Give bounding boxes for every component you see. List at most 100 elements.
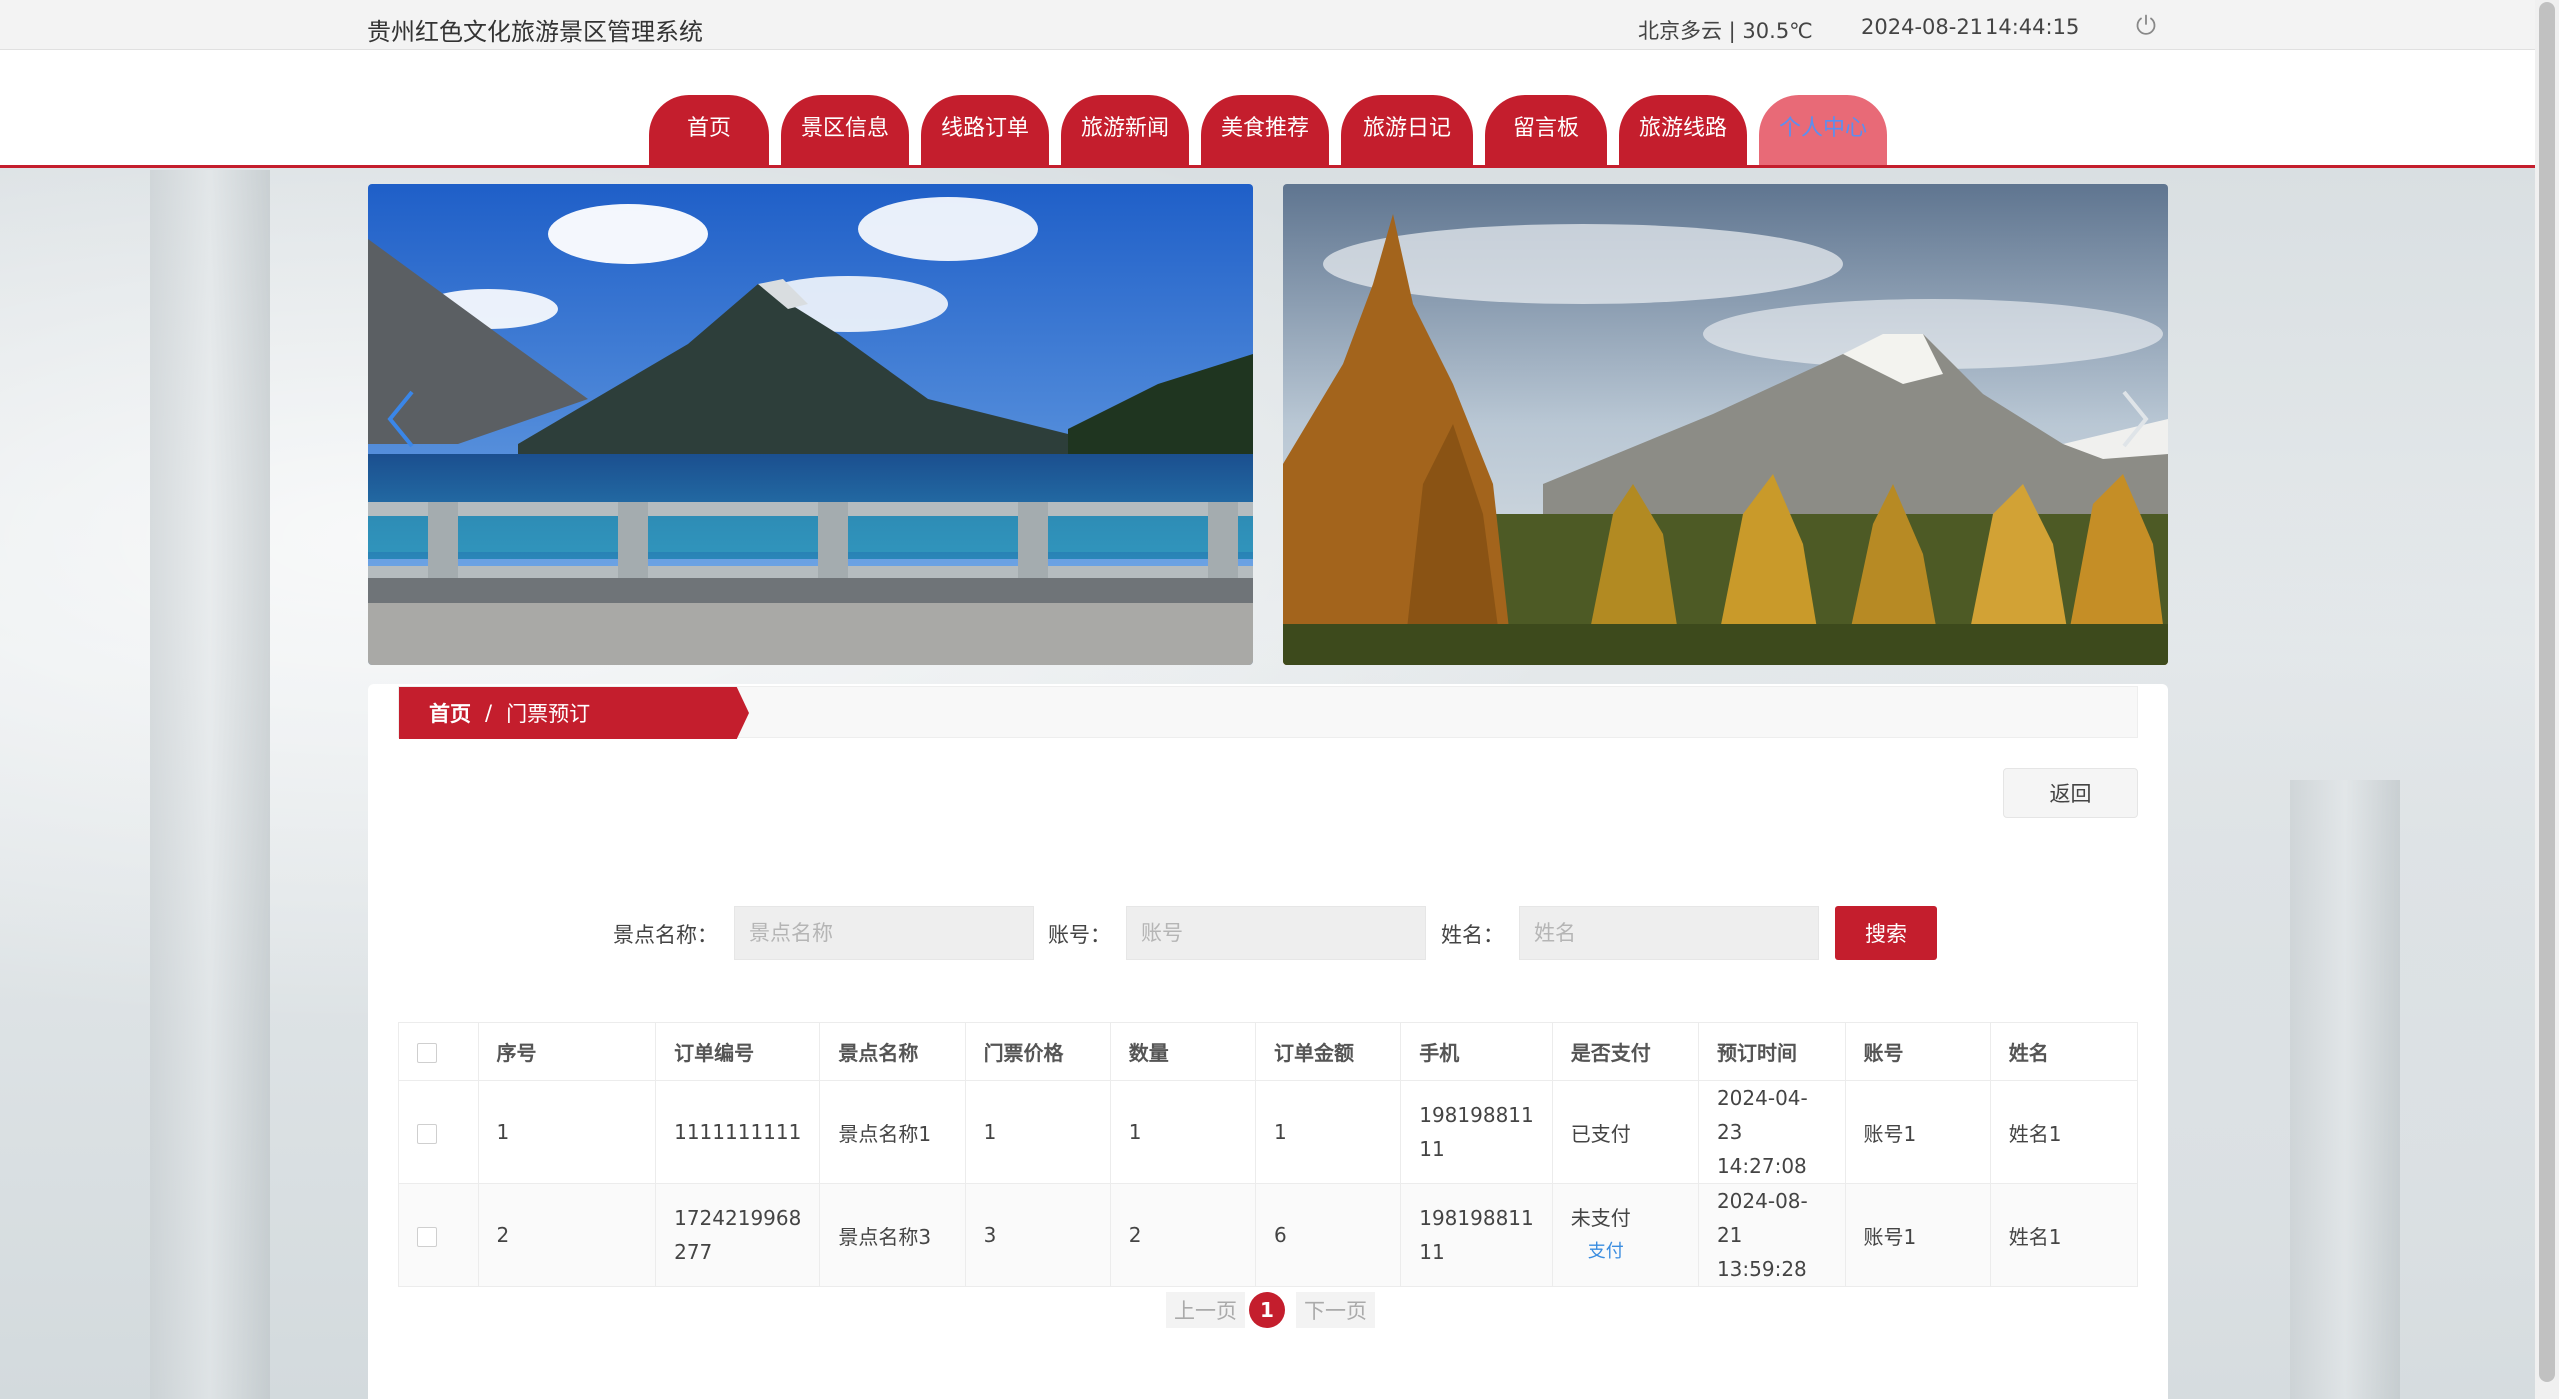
nav-tab-travel-diary[interactable]: 旅游日记 bbox=[1341, 95, 1473, 165]
column-header: 订单金额 bbox=[1254, 1022, 1402, 1081]
breadcrumb-current: 门票预订 bbox=[506, 702, 591, 726]
index-cell: 2 bbox=[477, 1183, 657, 1287]
name-cell: 姓名1 bbox=[1989, 1080, 2139, 1184]
current-time: 14:44:15 bbox=[1985, 15, 2080, 39]
order-no-line: 277 bbox=[674, 1240, 713, 1264]
order-no-line: 1111111111 bbox=[674, 1120, 802, 1144]
row-select-cell bbox=[398, 1183, 479, 1287]
booking-time-cell: 2024-08-21 13:59:28 bbox=[1697, 1183, 1846, 1287]
next-page-button[interactable]: 下一页 bbox=[1296, 1292, 1375, 1328]
nav-tab-scenic-info[interactable]: 景区信息 bbox=[781, 95, 909, 165]
quantity-cell: 1 bbox=[1109, 1080, 1257, 1184]
column-header: 序号 bbox=[477, 1022, 657, 1081]
nav-tab-personal-center[interactable]: 个人中心 bbox=[1759, 95, 1887, 165]
page-scrollbar[interactable] bbox=[2535, 0, 2559, 1399]
top-bar: 贵州红色文化旅游景区管理系统 北京多云 | 30.5℃ 2024-08-21 1… bbox=[0, 0, 2535, 50]
table-row[interactable]: 1 1111111111 景点名称1 1 1 1 198198811 11 已支付… bbox=[398, 1080, 2139, 1184]
time-line: 13:59:28 bbox=[1716, 1257, 1807, 1281]
name-cell: 姓名1 bbox=[1989, 1183, 2139, 1287]
account-input[interactable] bbox=[1126, 906, 1426, 960]
breadcrumb-separator: / bbox=[485, 701, 493, 725]
phone-line: 198198811 bbox=[1419, 1103, 1534, 1127]
name-label: 姓名： bbox=[1441, 923, 1504, 947]
pay-link[interactable]: 支付 bbox=[1571, 1235, 1641, 1269]
select-all-cell bbox=[398, 1022, 479, 1081]
index-cell: 1 bbox=[477, 1080, 657, 1184]
banner-carousel bbox=[368, 184, 2168, 665]
column-header: 姓名 bbox=[1989, 1022, 2139, 1081]
column-header: 预订时间 bbox=[1697, 1022, 1846, 1081]
nav-tab-home[interactable]: 首页 bbox=[649, 95, 769, 165]
breadcrumb-home[interactable]: 首页 bbox=[429, 698, 471, 728]
banner-slide-lake[interactable] bbox=[368, 184, 1253, 665]
column-header: 门票价格 bbox=[964, 1022, 1111, 1081]
amount-cell: 1 bbox=[1254, 1080, 1402, 1184]
time-line: 14:27:08 bbox=[1716, 1154, 1807, 1178]
column-header: 订单编号 bbox=[655, 1022, 821, 1081]
paid-status: 已支付 bbox=[1570, 1121, 1631, 1146]
column-header: 账号 bbox=[1844, 1022, 1991, 1081]
select-all-checkbox[interactable] bbox=[417, 1043, 437, 1063]
nav-tab-travel-routes[interactable]: 旅游线路 bbox=[1619, 95, 1747, 165]
booking-time-cell: 2024-04-23 14:27:08 bbox=[1697, 1080, 1846, 1184]
paid-status: 未支付 bbox=[1570, 1206, 1631, 1230]
account-cell: 账号1 bbox=[1844, 1080, 1991, 1184]
time-line: 2024-04-23 bbox=[1716, 1086, 1808, 1144]
quantity-cell: 2 bbox=[1109, 1183, 1257, 1287]
column-header: 手机 bbox=[1400, 1022, 1553, 1081]
account-label: 账号： bbox=[1048, 923, 1111, 947]
table-row[interactable]: 2 1724219968 277 景点名称3 3 2 6 198198811 11 … bbox=[398, 1183, 2139, 1287]
weather-info: 北京多云 | 30.5℃ bbox=[1638, 19, 1813, 43]
breadcrumb-bar: 首页 / 门票预订 bbox=[398, 686, 2138, 739]
orders-table: 序号 订单编号 景点名称 门票价格 数量 订单金额 手机 是否支付 预订时间 账… bbox=[398, 1022, 2139, 1287]
column-header: 数量 bbox=[1109, 1022, 1257, 1081]
column-header: 景点名称 bbox=[819, 1022, 966, 1081]
row-checkbox[interactable] bbox=[417, 1123, 437, 1144]
nav-tab-travel-news[interactable]: 旅游新闻 bbox=[1061, 95, 1189, 165]
paid-status-cell: 未支付 支付 bbox=[1551, 1183, 1699, 1287]
spot-name-input[interactable] bbox=[734, 906, 1034, 960]
row-checkbox[interactable] bbox=[417, 1226, 437, 1247]
nav-tab-message-board[interactable]: 留言板 bbox=[1485, 95, 1607, 165]
background-pillar bbox=[150, 170, 270, 1399]
spot-name-cell: 景点名称1 bbox=[819, 1080, 966, 1184]
chevron-right-icon[interactable] bbox=[2114, 384, 2154, 454]
search-button[interactable]: 搜索 bbox=[1835, 906, 1937, 960]
order-no-cell: 1111111111 bbox=[655, 1080, 821, 1184]
name-input[interactable] bbox=[1519, 906, 1819, 960]
table-header-row: 序号 订单编号 景点名称 门票价格 数量 订单金额 手机 是否支付 预订时间 账… bbox=[398, 1022, 2139, 1081]
phone-cell: 198198811 11 bbox=[1400, 1080, 1553, 1184]
nav-tab-route-orders[interactable]: 线路订单 bbox=[921, 95, 1049, 165]
breadcrumb: 首页 / 门票预订 bbox=[399, 687, 749, 739]
chevron-left-icon[interactable] bbox=[382, 384, 422, 454]
spot-name-label: 景点名称： bbox=[613, 923, 718, 947]
power-icon[interactable] bbox=[2134, 13, 2158, 37]
price-cell: 1 bbox=[964, 1080, 1111, 1184]
phone-line: 11 bbox=[1419, 1240, 1445, 1264]
prev-page-button[interactable]: 上一页 bbox=[1166, 1292, 1245, 1328]
pagination: 上一页 1 下一页 bbox=[368, 1292, 2168, 1332]
phone-cell: 198198811 11 bbox=[1400, 1183, 1553, 1287]
phone-line: 198198811 bbox=[1419, 1206, 1534, 1230]
column-header: 是否支付 bbox=[1551, 1022, 1699, 1081]
site-title: 贵州红色文化旅游景区管理系统 bbox=[367, 18, 703, 46]
back-button[interactable]: 返回 bbox=[2003, 768, 2138, 818]
background-pillar bbox=[2290, 780, 2400, 1399]
main-navigation: 首页 景区信息 线路订单 旅游新闻 美食推荐 旅游日记 留言板 旅游线路 个人中… bbox=[0, 50, 2535, 168]
account-cell: 账号1 bbox=[1844, 1183, 1991, 1287]
current-page[interactable]: 1 bbox=[1249, 1292, 1285, 1328]
row-select-cell bbox=[398, 1080, 479, 1184]
banner-slide-mountain[interactable] bbox=[1283, 184, 2168, 665]
paid-status-cell: 已支付 bbox=[1551, 1080, 1699, 1184]
time-line: 2024-08-21 bbox=[1716, 1189, 1808, 1247]
scrollbar-thumb[interactable] bbox=[2539, 2, 2555, 1382]
ticket-booking-panel: 首页 / 门票预订 返回 景点名称： 账号： 姓名： 搜索 序号 订单编号 景点… bbox=[368, 684, 2168, 1399]
price-cell: 3 bbox=[964, 1183, 1111, 1287]
spot-name-cell: 景点名称3 bbox=[819, 1183, 966, 1287]
order-no-line: 1724219968 bbox=[674, 1206, 802, 1230]
amount-cell: 6 bbox=[1254, 1183, 1402, 1287]
nav-tab-food[interactable]: 美食推荐 bbox=[1201, 95, 1329, 165]
current-date: 2024-08-21 bbox=[1861, 15, 1984, 39]
order-no-cell: 1724219968 277 bbox=[655, 1183, 821, 1287]
phone-line: 11 bbox=[1419, 1137, 1445, 1161]
